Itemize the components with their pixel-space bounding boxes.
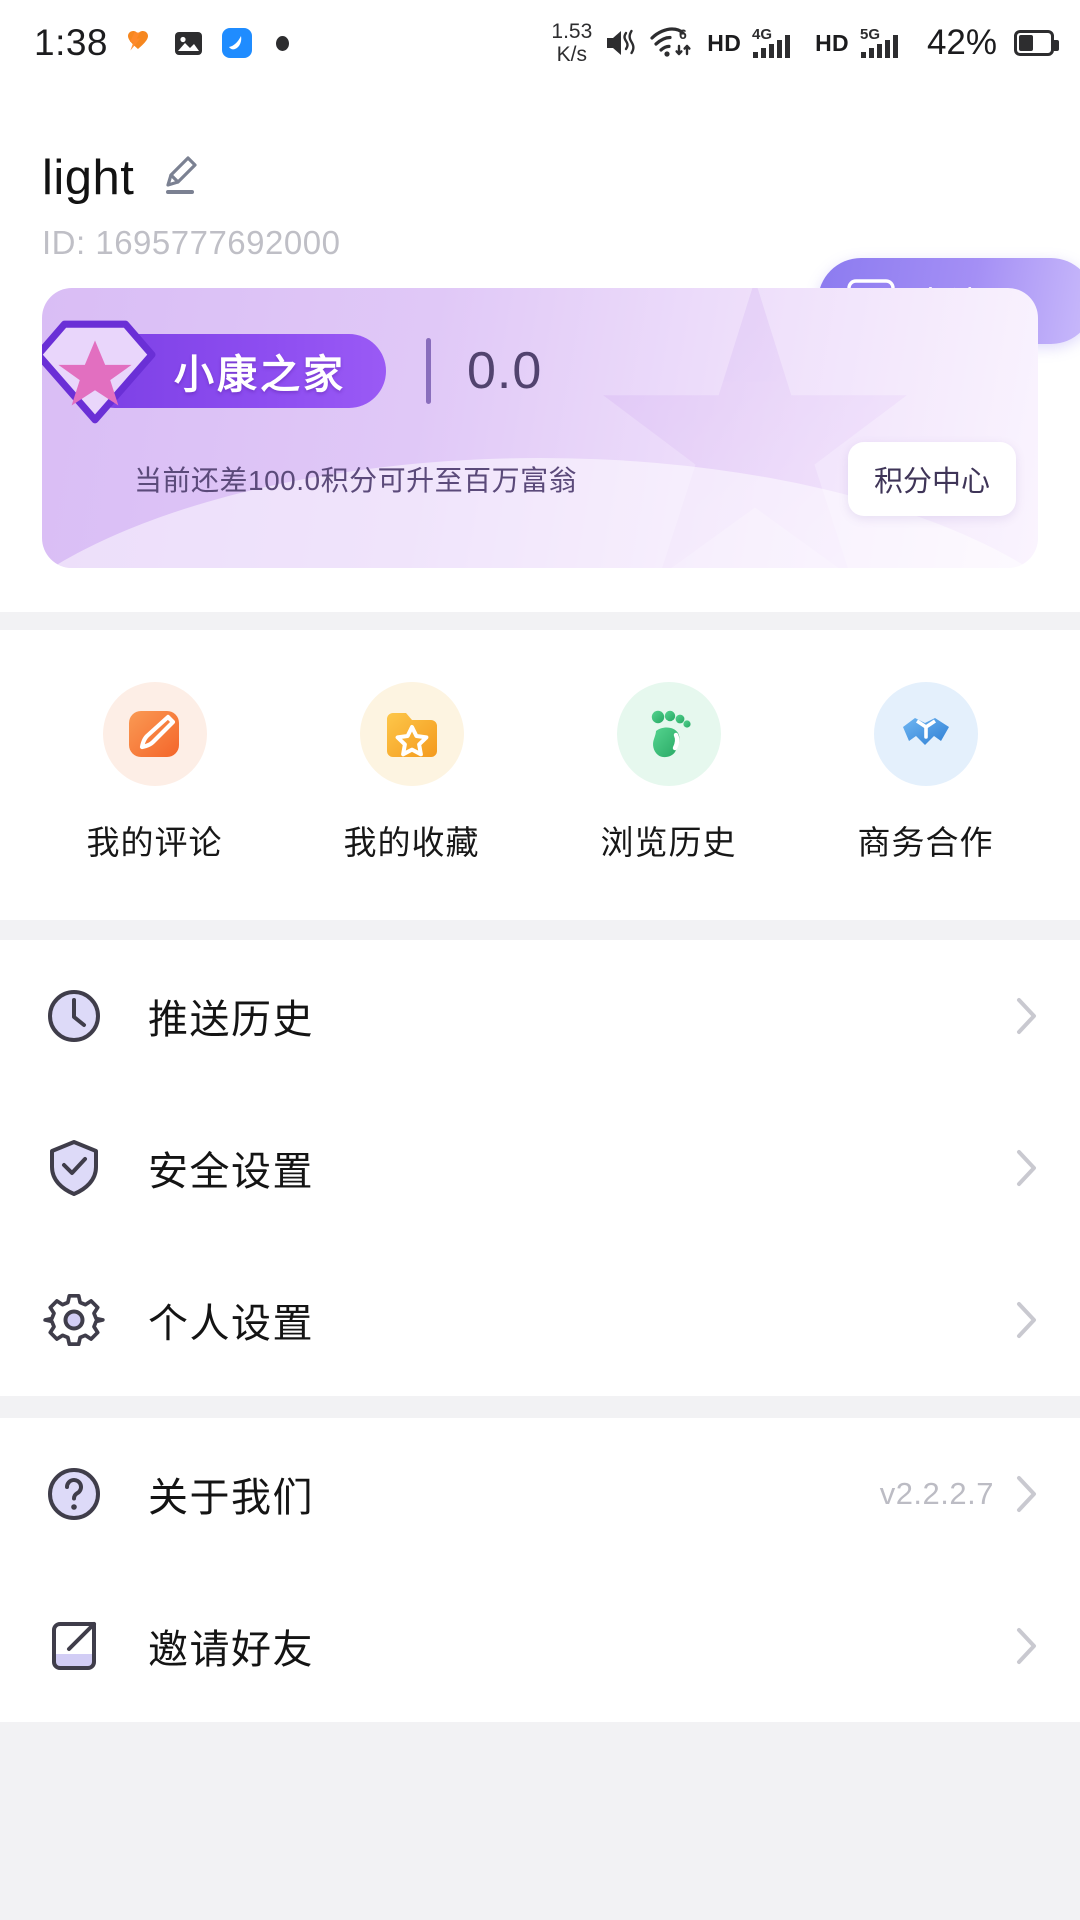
menu-list-primary: 推送历史 安全设置 个人设置 [0,940,1080,1396]
shield-check-icon [42,1136,120,1200]
quick-action-browse-history[interactable]: 浏览历史 [540,682,797,864]
svg-text:6: 6 [679,26,687,42]
battery-icon [1014,30,1059,56]
points-center-button[interactable]: 积分中心 [847,442,1016,516]
menu-item-label: 个人设置 [148,1302,314,1346]
upgrade-hint: 当前还差100.0积分可升至百万富翁 [134,465,578,496]
quick-action-label: 商务合作 [857,824,994,861]
signal-bars-icon: 4G [752,25,804,61]
username: light [42,151,135,205]
menu-item-invite-friends[interactable]: 邀请好友 [42,1570,1038,1722]
question-circle-icon [42,1462,120,1526]
member-score: 0.0 [467,342,543,400]
username-row: light [0,150,1080,206]
menu-list-secondary: 关于我们 v2.2.2.7 邀请好友 [0,1418,1080,1722]
member-card[interactable]: 小康之家 0.0 当前还差100.0积分可升至百万富翁 积分中心 [42,288,1038,568]
heart-icon [121,25,157,61]
status-bar: 1:38 1.53 K/s 6 HD 4G HD 5G 42% [0,0,1080,86]
level-badge-label: 小康之家 [174,353,346,397]
member-card-bottom: 当前还差100.0积分可升至百万富翁 积分中心 [42,408,1038,516]
chevron-right-icon [1016,1301,1038,1339]
dot-indicator [276,35,290,51]
gallery-icon [170,25,206,61]
hd-label-1: HD [707,29,742,56]
quick-action-label: 我的评论 [86,824,223,861]
hd-label-2: HD [815,29,849,56]
network-speed: 1.53 K/s [551,20,592,66]
chevron-right-icon [1016,997,1038,1035]
quick-action-label: 浏览历史 [600,824,737,861]
menu-item-label: 邀请好友 [148,1628,314,1672]
card-divider [426,338,431,404]
quick-actions: 我的评论 我的收藏 浏览历史 商务合作 [0,630,1080,920]
gear-icon [42,1288,120,1352]
menu-item-label: 推送历史 [148,998,314,1042]
clock-icon [42,984,120,1048]
menu-item-about-us[interactable]: 关于我们 v2.2.2.7 [42,1418,1038,1570]
menu-item-label: 安全设置 [148,1150,314,1194]
menu-item-security-settings[interactable]: 安全设置 [42,1092,1038,1244]
chevron-right-icon [1016,1149,1038,1187]
wifi-6-icon: 6 [650,25,696,61]
network-speed-unit: K/s [556,43,588,66]
status-bar-left: 1:38 [34,22,290,64]
svg-text:4G: 4G [752,26,772,43]
menu-item-label: 关于我们 [148,1476,314,1520]
menu-item-push-history[interactable]: 推送历史 [42,940,1038,1092]
quick-action-my-favorites[interactable]: 我的收藏 [283,682,540,864]
signal-bars-icon-2: 5G [860,25,912,61]
app-blue-icon [219,25,255,61]
quick-action-business-cooperation[interactable]: 商务合作 [797,682,1054,864]
folder-star-icon [359,682,464,786]
app-version: v2.2.2.7 [879,1476,994,1511]
profile-header: light ID: 1695777692000 去认证 [0,86,1080,344]
chevron-right-icon [1016,1475,1038,1513]
network-speed-value: 1.53 [551,20,593,43]
chevron-right-icon [1016,1627,1038,1665]
footprint-icon [616,682,721,786]
battery-percent: 42% [926,23,997,62]
svg-text:5G: 5G [860,26,880,43]
member-card-top: 小康之家 0.0 [42,288,1038,424]
status-bar-right: 1.53 K/s 6 HD 4G HD 5G 42% [551,20,1059,66]
mute-vibrate-icon [603,25,639,61]
user-id: ID: 1695777692000 [42,224,341,261]
menu-item-personal-settings[interactable]: 个人设置 [42,1244,1038,1396]
share-external-icon [42,1614,120,1678]
member-card-section: 小康之家 0.0 当前还差100.0积分可升至百万富翁 积分中心 [0,262,1080,612]
comment-pencil-icon [102,682,207,786]
quick-action-label: 我的收藏 [343,824,480,861]
level-badge: 小康之家 [42,320,386,424]
quick-action-my-comments[interactable]: 我的评论 [26,682,283,864]
pencil-edit-icon[interactable] [158,152,202,205]
handshake-icon [873,682,978,786]
status-clock: 1:38 [34,22,109,63]
